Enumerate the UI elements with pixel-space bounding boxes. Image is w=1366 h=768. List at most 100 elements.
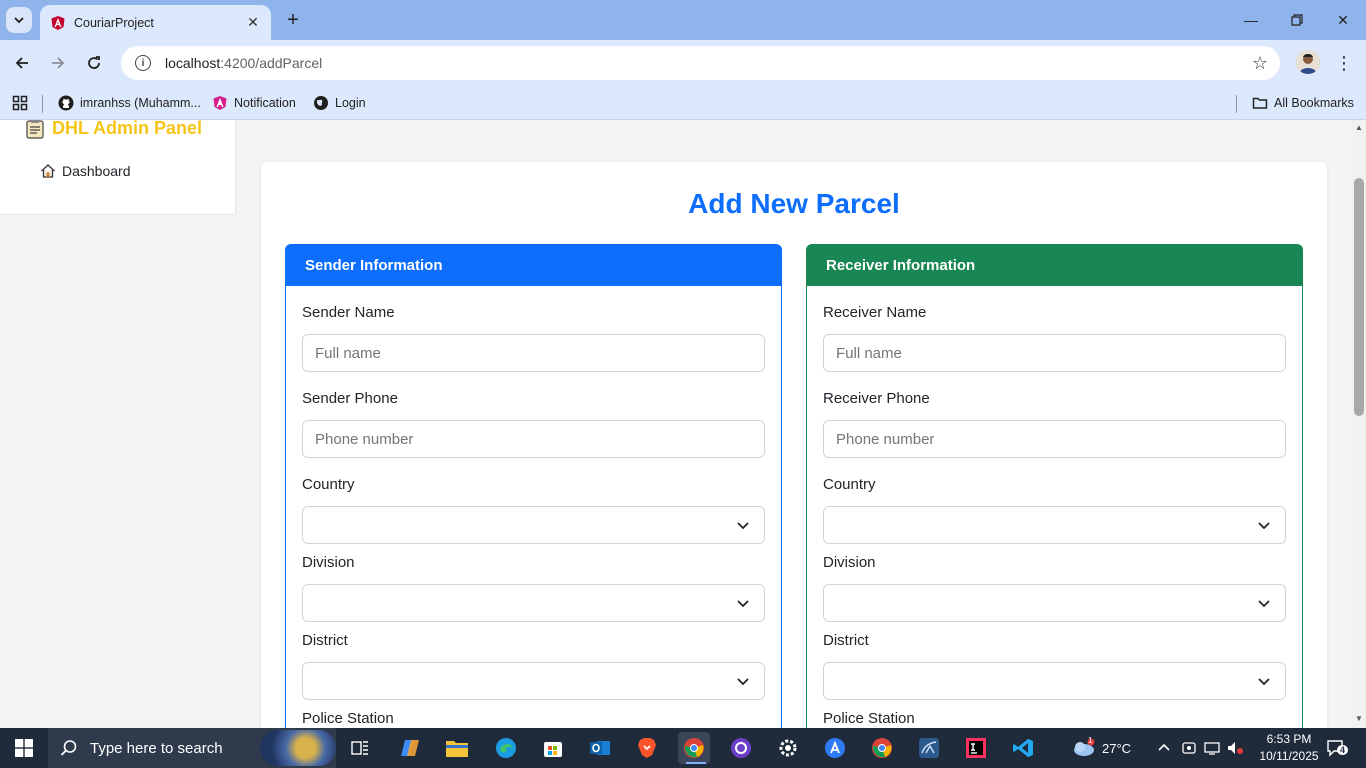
windows-logo-icon <box>15 739 33 757</box>
brand-title: DHL Admin Panel <box>52 120 203 138</box>
show-hidden-icons-button[interactable] <box>1157 728 1171 768</box>
forward-button[interactable] <box>44 49 72 77</box>
system-clock[interactable]: 6:53 PM 10/11/2025 <box>1254 731 1324 765</box>
chevron-down-icon <box>1258 678 1270 686</box>
intellij-icon[interactable] <box>960 732 992 764</box>
search-icon <box>60 740 77 756</box>
sender-phone-input[interactable] <box>302 420 765 458</box>
scroll-up-icon[interactable]: ▲ <box>1354 123 1364 133</box>
minimize-button[interactable]: — <box>1228 0 1274 40</box>
weather-widget[interactable]: 1 27°C <box>1070 728 1131 768</box>
app-store-icon[interactable] <box>819 732 851 764</box>
bookmark-github[interactable]: imranhss (Muhamm... <box>58 91 201 115</box>
browser-tab[interactable]: CouriarProject ✕ <box>40 5 271 40</box>
chevron-down-icon <box>1258 600 1270 608</box>
close-window-button[interactable]: ✕ <box>1320 0 1366 40</box>
volume-muted-icon[interactable] <box>1226 728 1244 768</box>
mysql-workbench-icon[interactable] <box>913 732 945 764</box>
browser-toolbar: i localhost:4200/addParcel ☆ ⋮ <box>0 40 1366 86</box>
receiver-name-input[interactable] <box>823 334 1286 372</box>
sender-panel: Sender Information Sender Name Sender Ph… <box>285 244 782 728</box>
chrome-active-icon[interactable] <box>678 732 710 764</box>
clock-date: 10/11/2025 <box>1259 749 1319 763</box>
chevron-down-icon <box>1258 522 1270 530</box>
clock-time: 6:53 PM <box>1266 732 1312 746</box>
sender-district-label: District <box>302 632 348 649</box>
sender-name-input[interactable] <box>302 334 765 372</box>
back-button[interactable] <box>8 49 36 77</box>
start-button[interactable] <box>0 728 48 768</box>
close-icon[interactable]: ✕ <box>245 14 261 31</box>
tab-strip: CouriarProject ✕ + — ✕ <box>0 0 1366 40</box>
sender-country-select[interactable] <box>302 506 765 544</box>
page-title: Add New Parcel <box>688 188 900 219</box>
vscode-icon[interactable] <box>1007 732 1039 764</box>
receiver-panel-body: Receiver Name Receiver Phone Country Div… <box>806 286 1303 728</box>
receiver-division-label: Division <box>823 554 876 571</box>
receiver-district-label: District <box>823 632 869 649</box>
url-text: localhost:4200/addParcel <box>165 55 323 71</box>
network-icon[interactable] <box>1203 728 1221 768</box>
notification-count: 4 <box>1337 745 1349 755</box>
chevron-down-icon <box>737 522 749 530</box>
bookmark-label: Notification <box>234 96 296 110</box>
sender-country-label: Country <box>302 476 355 493</box>
folder-icon <box>1252 95 1268 111</box>
bookmark-star-icon[interactable]: ☆ <box>1252 53 1268 74</box>
scroll-thumb[interactable] <box>1354 178 1364 416</box>
sidebar-item-label: Dashboard <box>62 163 131 179</box>
apps-button[interactable] <box>12 91 28 115</box>
restore-icon <box>1291 14 1303 26</box>
divider <box>42 95 43 113</box>
receiver-police-station-label: Police Station <box>823 710 915 727</box>
task-view-icon[interactable] <box>344 732 376 764</box>
browser-menu-button[interactable]: ⋮ <box>1334 49 1354 77</box>
all-bookmarks-button[interactable]: All Bookmarks <box>1252 91 1354 115</box>
receiver-phone-input[interactable] <box>823 420 1286 458</box>
receiver-division-select[interactable] <box>823 584 1286 622</box>
receiver-country-label: Country <box>823 476 876 493</box>
bookmark-login[interactable]: Login <box>313 91 366 115</box>
meet-now-icon[interactable] <box>1181 728 1197 768</box>
tab-title: CouriarProject <box>74 15 154 30</box>
outlook-icon[interactable] <box>584 732 616 764</box>
notification-center-button[interactable]: 4 <box>1326 728 1349 768</box>
bookmark-label: imranhss (Muhamm... <box>80 96 201 110</box>
bookmark-notification[interactable]: Notification <box>212 91 296 115</box>
sender-division-select[interactable] <box>302 584 765 622</box>
sender-district-select[interactable] <box>302 662 765 700</box>
edge-icon[interactable] <box>490 732 522 764</box>
active-indicator <box>686 762 706 764</box>
taskbar-search[interactable]: Type here to search <box>48 728 336 768</box>
apps-grid-icon <box>12 95 28 111</box>
new-tab-button[interactable]: + <box>282 9 304 31</box>
chevron-down-icon <box>737 678 749 686</box>
sender-panel-body: Sender Name Sender Phone Country Divisio… <box>285 286 782 728</box>
settings-gear-icon[interactable] <box>772 732 804 764</box>
receiver-district-select[interactable] <box>823 662 1286 700</box>
profile-avatar[interactable] <box>1296 50 1320 74</box>
file-explorer-icon[interactable] <box>441 732 473 764</box>
scroll-down-icon[interactable]: ▼ <box>1354 714 1364 724</box>
sidebar-item-dashboard[interactable]: Dashboard <box>40 163 131 179</box>
angular-logo-icon <box>212 95 228 111</box>
page-viewport: DHL Admin Panel Dashboard Add New Parcel… <box>0 120 1352 728</box>
sender-police-station-label: Police Station <box>302 710 394 727</box>
bookmarks-bar: imranhss (Muhamm... Notification Login A… <box>0 86 1366 120</box>
reload-button[interactable] <box>80 49 108 77</box>
restore-button[interactable] <box>1274 0 1320 40</box>
tab-search-button[interactable] <box>6 7 32 33</box>
reload-icon <box>88 56 100 69</box>
chrome-icon[interactable] <box>866 732 898 764</box>
search-highlight-image <box>260 730 336 766</box>
brand: DHL Admin Panel <box>26 120 202 139</box>
store-icon[interactable] <box>537 732 569 764</box>
brave-icon[interactable] <box>631 732 663 764</box>
sidebar: DHL Admin Panel Dashboard <box>0 120 236 215</box>
page-scrollbar[interactable]: ▲ ▼ <box>1352 120 1366 728</box>
copilot-icon[interactable] <box>394 732 426 764</box>
receiver-country-select[interactable] <box>823 506 1286 544</box>
site-info-icon[interactable]: i <box>135 55 151 71</box>
address-bar[interactable]: i localhost:4200/addParcel ☆ <box>121 46 1280 80</box>
github-desktop-icon[interactable] <box>725 732 757 764</box>
